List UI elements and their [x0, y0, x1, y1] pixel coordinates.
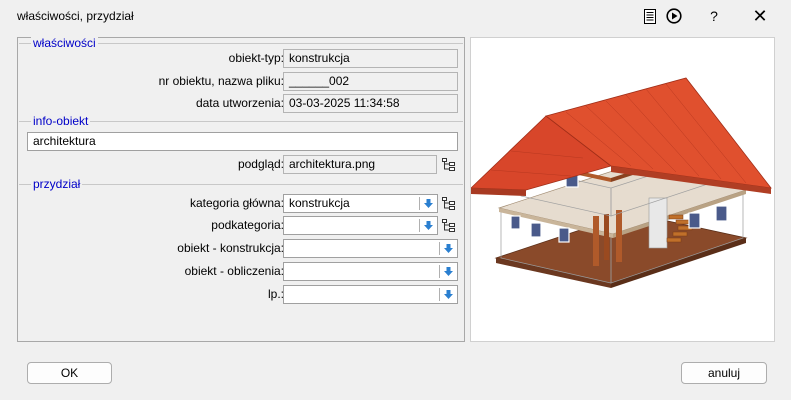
dropdown-arrow-icon[interactable]: [423, 220, 434, 231]
label-kategoria-glowna: kategoria główna:: [189, 196, 284, 210]
podkategoria-dropdown[interactable]: [283, 216, 438, 235]
label-lp: lp.:: [267, 287, 284, 301]
kategoria-glowna-dropdown[interactable]: konstrukcja: [283, 194, 438, 213]
cancel-button[interactable]: anuluj: [681, 362, 767, 384]
group-title-info-obiekt: info-obiekt: [31, 114, 91, 128]
group-title-przydzial: przydział: [31, 177, 83, 191]
dropdown-arrow-icon[interactable]: [443, 243, 454, 254]
tree-picker-icon[interactable]: [440, 195, 457, 212]
dropdown-separator: [419, 197, 420, 210]
properties-panel: właściwości obiekt-typ: konstrukcja nr o…: [17, 36, 465, 342]
label-podglad: podgląd:: [237, 157, 284, 171]
play-icon[interactable]: [665, 5, 683, 27]
help-button[interactable]: ?: [706, 5, 722, 27]
dropdown-arrow-icon[interactable]: [423, 198, 434, 209]
group-divider: [19, 184, 463, 185]
label-data-utworzenia: data utworzenia:: [195, 96, 284, 110]
label-obiekt-typ: obiekt-typ:: [228, 51, 284, 65]
dropdown-separator: [439, 242, 440, 255]
preview-file-field: architektura.png: [283, 155, 437, 174]
preview-image: [470, 37, 775, 342]
house-model-image: [470, 77, 772, 288]
obiekt-konstrukcja-dropdown[interactable]: [283, 239, 458, 258]
nr-obiektu-field: ______002: [283, 72, 458, 91]
dropdown-arrow-icon[interactable]: [443, 266, 454, 277]
group-title-wlasciwosci: właściwości: [31, 36, 98, 50]
lp-dropdown[interactable]: [283, 285, 458, 304]
window-title: właściwości, przydział: [17, 9, 134, 23]
label-obiekt-konstrukcja: obiekt - konstrukcja:: [177, 241, 284, 255]
info-text-input[interactable]: architektura: [27, 132, 458, 151]
dropdown-separator: [439, 288, 440, 301]
tree-picker-icon[interactable]: [440, 217, 457, 234]
label-obiekt-obliczenia: obiekt - obliczenia:: [184, 264, 284, 278]
close-button[interactable]: ✕: [749, 5, 771, 27]
document-list-icon[interactable]: [642, 5, 658, 27]
data-utworzenia-field: 03-03-2025 11:34:58: [283, 94, 458, 113]
tree-picker-icon[interactable]: [440, 156, 457, 173]
dropdown-separator: [439, 265, 440, 278]
dropdown-arrow-icon[interactable]: [443, 289, 454, 300]
obiekt-typ-field: konstrukcja: [283, 49, 458, 68]
title-bar: właściwości, przydział ? ✕: [0, 0, 791, 32]
dropdown-separator: [419, 219, 420, 232]
label-nr-obiektu: nr obiektu, nazwa pliku:: [158, 74, 284, 88]
kategoria-glowna-value: konstrukcja: [289, 196, 350, 210]
ok-button[interactable]: OK: [27, 362, 112, 384]
label-podkategoria: podkategoria:: [211, 218, 284, 232]
obiekt-obliczenia-dropdown[interactable]: [283, 262, 458, 281]
